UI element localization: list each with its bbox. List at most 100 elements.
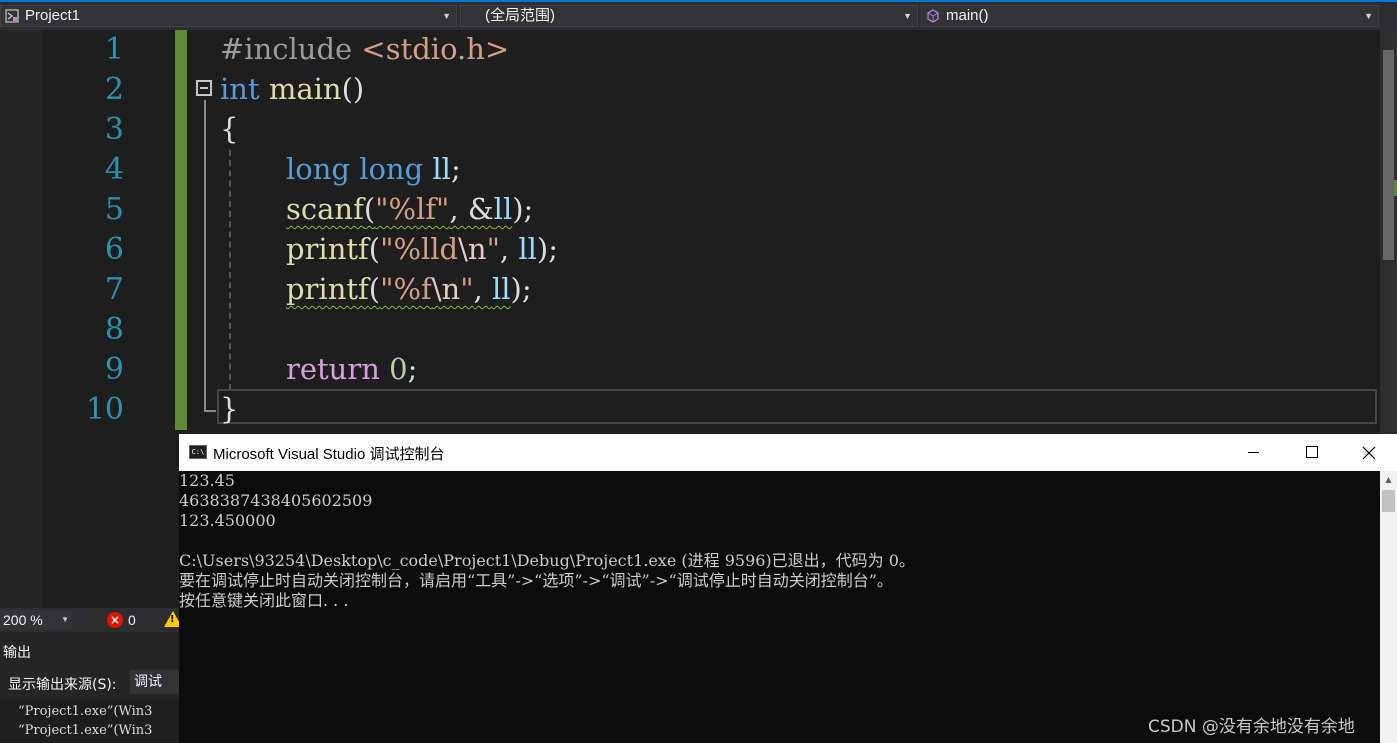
function-name: main	[268, 72, 342, 106]
function-name: scanf	[286, 192, 364, 226]
error-icon[interactable]: ×	[107, 612, 123, 628]
chevron-down-icon: ▼	[442, 11, 451, 21]
escape-sequence: \n	[458, 232, 487, 266]
close-button[interactable]	[1340, 434, 1397, 471]
console-output[interactable]: 123.45 4638387438405602509 123.450000 C:…	[179, 471, 1380, 743]
maximize-button[interactable]	[1282, 434, 1340, 471]
console-line: C:\Users\93254\Desktop\c_code\Project1\D…	[179, 551, 915, 570]
punctuation: (	[368, 232, 381, 266]
error-count: 0	[128, 612, 136, 628]
open-brace: {	[220, 112, 239, 146]
code-line-4: long long ll;	[286, 149, 461, 189]
editor-scrollbar[interactable]	[1380, 30, 1397, 434]
console-line: 要在调试停止时自动关闭控制台，请启用“工具”->“选项”->“调试”->“调试停…	[179, 571, 893, 590]
editor-lower	[42, 434, 179, 608]
console-line: 按任意键关闭此窗口. . .	[179, 591, 349, 610]
zoom-value: 200 %	[3, 612, 43, 628]
close-icon	[1362, 446, 1376, 460]
string-literal: "	[486, 232, 500, 266]
output-line: “Project1.exe”(Win3	[18, 704, 153, 719]
punctuation: (	[368, 272, 381, 306]
line-number: 4	[104, 152, 124, 187]
project-dropdown[interactable]: Project1 ▼	[0, 5, 457, 27]
preprocessor-directive: #include	[220, 32, 353, 66]
line-number: 3	[104, 112, 124, 147]
selection-margin-lower	[0, 434, 42, 608]
console-line: 123.45	[179, 471, 235, 490]
variable: ll	[493, 192, 513, 226]
line-number: 5	[104, 192, 124, 227]
line-number: 7	[104, 272, 124, 307]
punctuation: );	[512, 192, 534, 226]
variable: ll	[518, 232, 537, 266]
editor-status-strip: 200 % ▼ × 0 !	[0, 608, 182, 632]
line-number: 1	[104, 32, 124, 67]
scrollbar-thumb[interactable]	[1383, 50, 1394, 260]
code-line-1: #include <stdio.h>	[220, 29, 509, 69]
punctuation: ()	[341, 72, 365, 106]
punctuation: ;	[450, 152, 461, 186]
output-line: “Project1.exe”(Win3	[18, 723, 153, 738]
indent-guide	[229, 150, 231, 390]
fold-guide-end	[204, 410, 216, 412]
string-literal: "%lf"	[375, 192, 450, 226]
member-dropdown[interactable]: main() ▼	[921, 5, 1379, 27]
include-header: <stdio.h>	[361, 32, 510, 66]
line-number: 2	[104, 72, 124, 107]
project-label: Project1	[25, 7, 81, 24]
function-name: printf	[286, 232, 369, 266]
collapse-icon[interactable]	[196, 80, 212, 96]
string-literal: "	[460, 272, 474, 306]
chevron-down-icon: ▼	[903, 11, 912, 21]
console-line: 4638387438405602509	[179, 491, 373, 510]
output-pane: 输出 显示输出来源(S): 调试 “Project1.exe”(Win3 “Pro…	[0, 632, 180, 743]
function-name: printf	[286, 272, 369, 306]
fold-guide	[204, 100, 206, 412]
variable: ll	[432, 152, 451, 186]
debug-console-window[interactable]: C:\ Microsoft Visual Studio 调试控制台 123.45…	[179, 434, 1397, 743]
string-literal: "%f	[380, 272, 432, 306]
code-line-3: {	[220, 109, 238, 149]
zoom-dropdown[interactable]: 200 % ▼	[0, 610, 72, 630]
punctuation: ,	[473, 272, 492, 306]
escape-sequence: \n	[431, 272, 461, 306]
line-number: 6	[104, 232, 124, 267]
code-line-7: printf("%f\n", ll);	[286, 269, 532, 309]
punctuation: , &	[449, 192, 494, 226]
warning-squiggle: scanf("%lf", &ll	[286, 192, 512, 226]
scope-label: (全局范围)	[485, 7, 555, 24]
punctuation: ;	[407, 352, 418, 386]
line-number: 8	[104, 312, 124, 347]
change-tracking-bar	[175, 30, 187, 430]
scope-dropdown[interactable]: (全局范围) ▼	[460, 5, 918, 27]
console-title: Microsoft Visual Studio 调试控制台	[213, 446, 445, 463]
string-literal: "%lld	[380, 232, 459, 266]
punctuation: );	[536, 232, 559, 266]
console-titlebar[interactable]: C:\ Microsoft Visual Studio 调试控制台	[179, 434, 1397, 471]
project-icon	[5, 9, 19, 23]
chevron-down-icon: ▼	[1364, 11, 1373, 21]
console-scrollbar[interactable]: ▲	[1380, 471, 1397, 743]
variable: ll	[491, 272, 511, 306]
minimize-button[interactable]	[1224, 434, 1282, 471]
punctuation: );	[510, 272, 532, 306]
code-line-5: scanf("%lf", &ll);	[286, 189, 533, 229]
navigation-bar: Project1 ▼ (全局范围) ▼ main() ▼	[0, 0, 1397, 30]
keyword: return	[286, 352, 380, 386]
number-literal: 0	[389, 352, 408, 386]
code-editor[interactable]: 1 2 3 4 5 6 7 8 9 10 #include <stdio.h> …	[0, 29, 1397, 608]
member-label: main()	[946, 7, 989, 24]
code-line-9: return 0;	[286, 349, 417, 389]
keyword: long long	[286, 152, 424, 186]
console-line: 123.450000	[179, 511, 276, 530]
current-line-highlight	[217, 389, 1377, 424]
watermark: CSDN @没有余地没有余地	[1148, 717, 1355, 737]
warning-squiggle: printf("%f\n", ll	[286, 272, 511, 306]
scroll-up-icon[interactable]: ▲	[1380, 471, 1397, 488]
scrollbar-thumb[interactable]	[1382, 490, 1395, 512]
output-text[interactable]: “Project1.exe”(Win3 “Project1.exe”(Win3	[0, 698, 180, 743]
line-number: 10	[85, 392, 124, 427]
line-number: 9	[104, 352, 124, 387]
chevron-down-icon: ▼	[61, 615, 69, 624]
output-source-dropdown[interactable]: 调试	[130, 670, 180, 694]
